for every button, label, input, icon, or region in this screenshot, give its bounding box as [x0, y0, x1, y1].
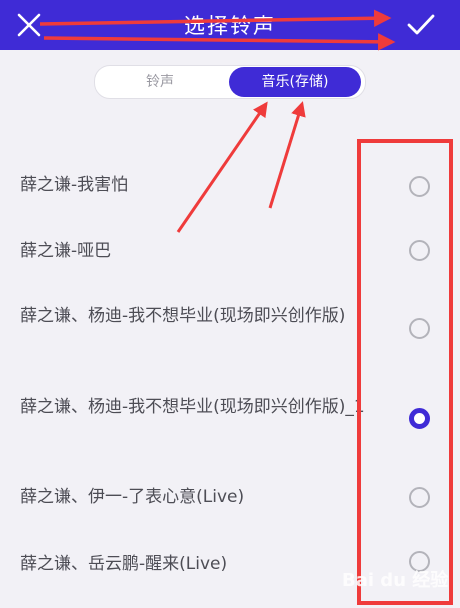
tab-ringtone[interactable]: 铃声 — [99, 67, 221, 97]
song-title: 薛之谦、伊一-了表心意(Live) — [20, 487, 245, 507]
list-item[interactable]: 薛之谦-我害怕 — [0, 157, 460, 217]
radio-button[interactable] — [409, 487, 430, 508]
song-title: 薛之谦、岳云鹏-醒来(Live) — [20, 554, 228, 574]
radio-button[interactable] — [409, 318, 430, 339]
radio-button[interactable] — [409, 176, 430, 197]
list-item[interactable]: 薛之谦-哑巴 — [0, 222, 460, 282]
radio-button[interactable] — [409, 551, 430, 572]
page-title: 选择铃声 — [184, 14, 276, 38]
radio-button[interactable] — [409, 240, 430, 261]
list-item[interactable]: 薛之谦、杨迪-我不想毕业(现场即兴创作版) — [0, 298, 460, 358]
song-title: 薛之谦、杨迪-我不想毕业(现场即兴创作版)_1 — [20, 397, 365, 417]
list-item[interactable]: 薛之谦、岳云鹏-醒来(Live) — [0, 540, 460, 600]
ringtone-source-tabs: 铃声 音乐(存储) — [94, 65, 366, 99]
title-bar: 选择铃声 — [0, 0, 460, 50]
tab-music-storage[interactable]: 音乐(存储) — [229, 67, 361, 97]
song-title: 薛之谦-我害怕 — [20, 175, 129, 195]
check-icon[interactable] — [406, 12, 436, 38]
list-item[interactable]: 薛之谦、杨迪-我不想毕业(现场即兴创作版)_1 — [0, 388, 460, 448]
radio-button-selected[interactable] — [409, 408, 430, 429]
list-item[interactable]: 薛之谦、伊一-了表心意(Live) — [0, 476, 460, 536]
song-title: 薛之谦-哑巴 — [20, 241, 112, 261]
song-title: 薛之谦、杨迪-我不想毕业(现场即兴创作版) — [20, 306, 346, 326]
